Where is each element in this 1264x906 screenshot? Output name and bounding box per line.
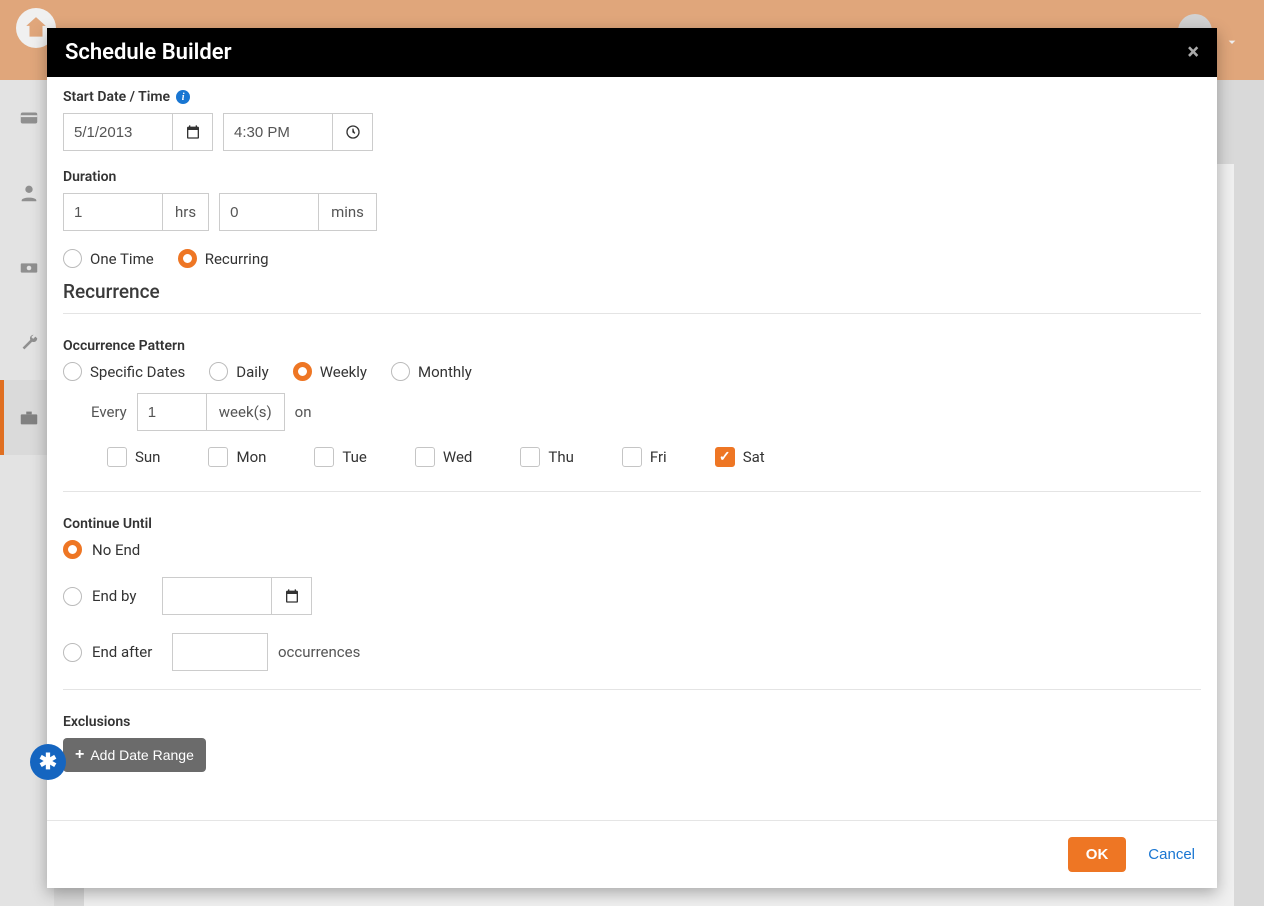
add-date-range-label: Add Date Range (90, 747, 194, 763)
schedule-builder-modal: Schedule Builder × Start Date / Time i (47, 28, 1217, 888)
modal-title: Schedule Builder (65, 40, 232, 65)
day-tue-checkbox[interactable] (314, 447, 334, 467)
duration-label: Duration (63, 169, 1201, 185)
day-sun-label: Sun (135, 448, 160, 466)
continue-until-label: Continue Until (63, 516, 1201, 532)
recurring-label: Recurring (205, 250, 269, 268)
every-n-input[interactable] (137, 393, 207, 431)
modal-footer: OK Cancel (47, 820, 1217, 888)
end-after-radio[interactable] (63, 643, 82, 662)
start-date-time-label: Start Date / Time i (63, 89, 1201, 105)
end-by-date-input[interactable] (162, 577, 272, 615)
modal-header: Schedule Builder × (47, 28, 1217, 77)
help-badge-icon[interactable]: ✱ (30, 744, 66, 780)
calendar-icon[interactable] (173, 113, 213, 151)
exclusions-label: Exclusions (63, 714, 1201, 730)
end-after-count-input[interactable] (172, 633, 268, 671)
label-text: Start Date / Time (63, 89, 170, 105)
day-sun-checkbox[interactable] (107, 447, 127, 467)
day-thu-checkbox[interactable] (520, 447, 540, 467)
end-by-radio[interactable] (63, 587, 82, 606)
daily-radio[interactable] (209, 362, 228, 381)
monthly-label: Monthly (418, 363, 472, 381)
hrs-label: hrs (163, 193, 209, 231)
cancel-button[interactable]: Cancel (1148, 846, 1195, 863)
info-icon[interactable]: i (176, 90, 190, 104)
day-wed-checkbox[interactable] (415, 447, 435, 467)
occurrences-label: occurrences (278, 643, 360, 661)
start-time-input[interactable] (223, 113, 333, 151)
calendar-icon[interactable] (272, 577, 312, 615)
specific-dates-radio[interactable] (63, 362, 82, 381)
day-fri-checkbox[interactable] (622, 447, 642, 467)
day-fri-label: Fri (650, 448, 667, 466)
no-end-radio[interactable] (63, 540, 82, 559)
day-mon-checkbox[interactable] (208, 447, 228, 467)
day-mon-label: Mon (236, 448, 266, 466)
close-icon[interactable]: × (1187, 40, 1199, 65)
divider (63, 313, 1201, 314)
specific-dates-label: Specific Dates (90, 363, 185, 381)
duration-mins-input[interactable] (219, 193, 319, 231)
recurrence-heading: Recurrence (63, 280, 1201, 303)
on-label: on (295, 403, 312, 421)
day-thu-label: Thu (548, 448, 573, 466)
duration-hrs-input[interactable] (63, 193, 163, 231)
modal-body: Start Date / Time i Duration hrs (47, 77, 1217, 820)
every-label: Every (91, 403, 127, 421)
monthly-radio[interactable] (391, 362, 410, 381)
start-date-input[interactable] (63, 113, 173, 151)
no-end-label: No End (92, 541, 140, 559)
day-tue-label: Tue (342, 448, 366, 466)
recurring-radio[interactable] (178, 249, 197, 268)
end-by-label: End by (92, 587, 152, 605)
end-after-label: End after (92, 643, 162, 661)
one-time-label: One Time (90, 250, 154, 268)
ok-button[interactable]: OK (1068, 837, 1127, 872)
day-sat-checkbox[interactable] (715, 447, 735, 467)
clock-icon[interactable] (333, 113, 373, 151)
daily-label: Daily (236, 363, 268, 381)
plus-icon: + (75, 746, 84, 764)
weekly-label: Weekly (320, 363, 367, 381)
weekly-radio[interactable] (293, 362, 312, 381)
weeks-label: week(s) (207, 393, 285, 431)
add-date-range-button[interactable]: + Add Date Range (63, 738, 206, 772)
day-sat-label: Sat (743, 448, 765, 466)
day-wed-label: Wed (443, 448, 473, 466)
mins-label: mins (319, 193, 377, 231)
one-time-radio[interactable] (63, 249, 82, 268)
occurrence-pattern-label: Occurrence Pattern (63, 338, 1201, 354)
divider (63, 689, 1201, 690)
divider (63, 491, 1201, 492)
